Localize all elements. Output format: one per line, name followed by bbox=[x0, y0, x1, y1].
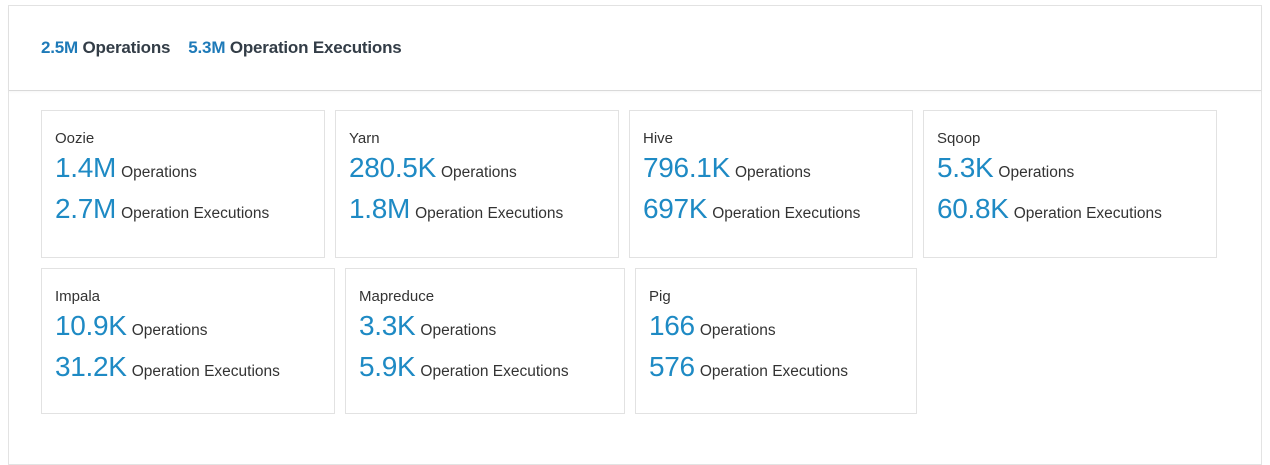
executions-label: Operation Executions bbox=[420, 363, 569, 380]
operations-label: Operations bbox=[131, 322, 208, 339]
total-executions: 5.3M Operation Executions bbox=[188, 38, 401, 58]
executions-value: 1.8M bbox=[349, 193, 411, 224]
source-card-oozie[interactable]: Oozie 1.4M Operations 2.7M Operation Exe… bbox=[41, 110, 325, 258]
total-executions-value: 5.3M bbox=[188, 38, 226, 57]
source-name: Sqoop bbox=[937, 130, 981, 147]
operations-metric: 1.4M Operations bbox=[55, 149, 324, 187]
executions-metric: 2.7M Operation Executions bbox=[55, 187, 324, 231]
operations-label: Operations bbox=[998, 164, 1075, 181]
source-name: Oozie bbox=[55, 130, 95, 147]
executions-value: 697K bbox=[643, 193, 708, 224]
executions-label: Operation Executions bbox=[415, 205, 564, 222]
summary-bar: 2.5M Operations 5.3M Operation Execution… bbox=[9, 6, 1261, 91]
source-name: Pig bbox=[649, 288, 671, 305]
executions-value: 5.9K bbox=[359, 351, 416, 382]
source-card-hive[interactable]: Hive 796.1K Operations 697K Operation Ex… bbox=[629, 110, 913, 258]
operations-label: Operations bbox=[734, 164, 811, 181]
executions-value: 31.2K bbox=[55, 351, 127, 382]
executions-metric: 60.8K Operation Executions bbox=[937, 187, 1216, 231]
source-card-sqoop[interactable]: Sqoop 5.3K Operations 60.8K Operation Ex… bbox=[923, 110, 1217, 258]
executions-label: Operation Executions bbox=[1013, 205, 1162, 222]
executions-metric: 31.2K Operation Executions bbox=[55, 345, 334, 389]
source-card-impala[interactable]: Impala 10.9K Operations 31.2K Operation … bbox=[41, 268, 335, 414]
source-name: Yarn bbox=[349, 130, 380, 147]
operations-metric: 10.9K Operations bbox=[55, 307, 334, 345]
executions-metric: 5.9K Operation Executions bbox=[359, 345, 624, 389]
executions-label: Operation Executions bbox=[121, 205, 270, 222]
operations-value: 796.1K bbox=[643, 152, 730, 183]
operations-value: 5.3K bbox=[937, 152, 994, 183]
source-card-pig[interactable]: Pig 166 Operations 576 Operation Executi… bbox=[635, 268, 917, 414]
operations-label: Operations bbox=[420, 322, 497, 339]
source-name: Hive bbox=[643, 130, 674, 147]
operations-value: 3.3K bbox=[359, 310, 416, 341]
executions-value: 2.7M bbox=[55, 193, 117, 224]
operations-panel: 2.5M Operations 5.3M Operation Execution… bbox=[8, 5, 1262, 465]
operations-metric: 280.5K Operations bbox=[349, 149, 618, 187]
executions-metric: 697K Operation Executions bbox=[643, 187, 912, 231]
executions-label: Operation Executions bbox=[712, 205, 861, 222]
operations-value: 10.9K bbox=[55, 310, 127, 341]
operations-value: 166 bbox=[649, 310, 695, 341]
operations-value: 280.5K bbox=[349, 152, 436, 183]
operations-label: Operations bbox=[699, 322, 776, 339]
operations-metric: 166 Operations bbox=[649, 307, 916, 345]
total-operations-value: 2.5M bbox=[41, 38, 78, 57]
operations-metric: 3.3K Operations bbox=[359, 307, 624, 345]
operations-label: Operations bbox=[440, 164, 517, 181]
operations-metric: 5.3K Operations bbox=[937, 149, 1216, 187]
operations-label: Operations bbox=[121, 164, 197, 181]
source-name: Mapreduce bbox=[359, 288, 435, 305]
source-name: Impala bbox=[55, 288, 101, 305]
source-card-yarn[interactable]: Yarn 280.5K Operations 1.8M Operation Ex… bbox=[335, 110, 619, 258]
executions-value: 576 bbox=[649, 351, 695, 382]
total-operations: 2.5M Operations bbox=[41, 38, 170, 58]
executions-value: 60.8K bbox=[937, 193, 1009, 224]
operations-value: 1.4M bbox=[55, 152, 117, 183]
executions-metric: 576 Operation Executions bbox=[649, 345, 916, 389]
operations-metric: 796.1K Operations bbox=[643, 149, 912, 187]
total-operations-label: Operations bbox=[82, 38, 171, 57]
total-executions-label: Operation Executions bbox=[229, 38, 402, 57]
executions-label: Operation Executions bbox=[699, 363, 849, 380]
executions-metric: 1.8M Operation Executions bbox=[349, 187, 618, 231]
source-card-mapreduce[interactable]: Mapreduce 3.3K Operations 5.9K Operation… bbox=[345, 268, 625, 414]
executions-label: Operation Executions bbox=[131, 363, 280, 380]
